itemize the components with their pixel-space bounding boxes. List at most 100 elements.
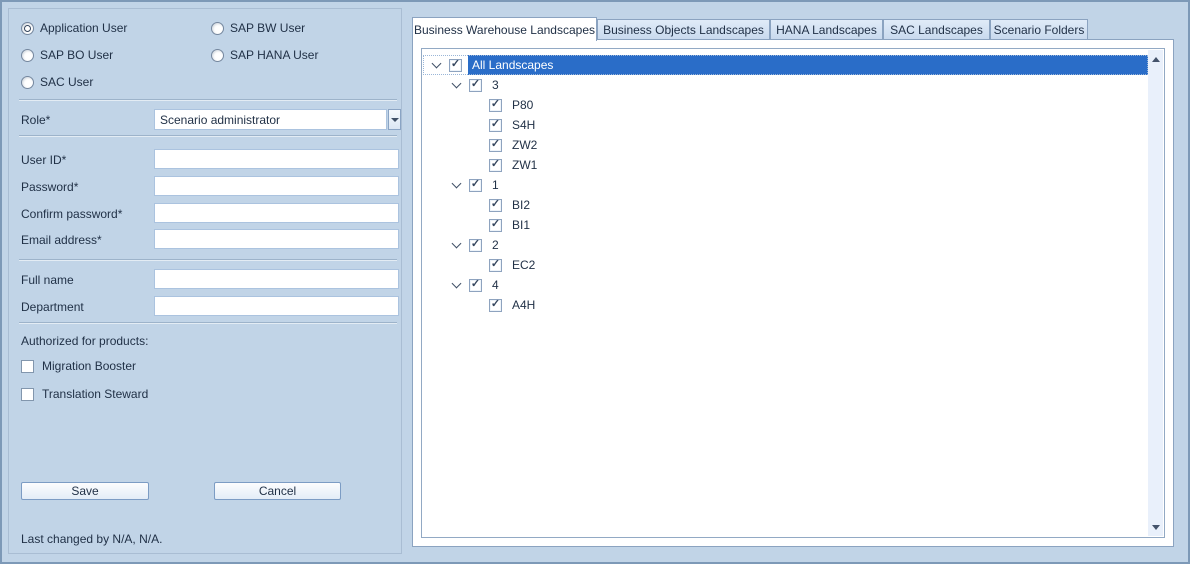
email-label: Email address* [21, 233, 102, 247]
user-details-panel: Application User SAP BW User SAP BO User… [8, 8, 402, 554]
radio-sap-hana-user[interactable]: SAP HANA User [211, 48, 318, 62]
tree-node[interactable]: A4H [423, 295, 1148, 315]
radio-label: SAC User [40, 75, 93, 89]
radio-label: SAP BO User [40, 48, 113, 62]
tree-node[interactable]: P80 [423, 95, 1148, 115]
radio-sap-bw-user[interactable]: SAP BW User [211, 21, 305, 35]
checkbox-icon[interactable] [21, 388, 34, 401]
checkbox-migration-booster[interactable]: Migration Booster [21, 359, 136, 373]
cancel-button[interactable]: Cancel [214, 482, 341, 500]
user-id-label: User ID* [21, 153, 66, 167]
node-checkbox[interactable] [469, 179, 482, 192]
password-label: Password* [21, 180, 78, 194]
separator [19, 99, 397, 100]
chevron-spacer [471, 198, 489, 212]
scroll-up-arrow-icon[interactable] [1148, 52, 1163, 66]
radio-button-icon[interactable] [211, 49, 224, 62]
tab-scenario-folders[interactable]: Scenario Folders [990, 19, 1088, 39]
radio-sac-user[interactable]: SAC User [21, 75, 93, 89]
radio-button-icon[interactable] [21, 22, 34, 35]
node-checkbox[interactable] [449, 59, 462, 72]
role-label: Role* [21, 113, 50, 127]
checkbox-label: Migration Booster [42, 359, 136, 373]
node-checkbox[interactable] [469, 79, 482, 92]
chevron-down-icon[interactable] [451, 238, 469, 252]
chevron-down-icon[interactable] [451, 278, 469, 292]
node-checkbox[interactable] [489, 159, 502, 172]
tree-node[interactable]: 2 [423, 235, 1148, 255]
tree-node[interactable]: ZW2 [423, 135, 1148, 155]
chevron-spacer [471, 98, 489, 112]
checkbox-icon[interactable] [21, 360, 34, 373]
user-id-field[interactable] [154, 149, 399, 169]
full-name-label: Full name [21, 273, 74, 287]
node-checkbox[interactable] [469, 239, 482, 252]
separator [19, 135, 397, 136]
landscape-tree: All Landscapes 3 P80 S4H ZW2 [421, 48, 1165, 538]
confirm-password-label: Confirm password* [21, 207, 122, 221]
role-value: Scenario administrator [160, 113, 280, 127]
chevron-spacer [471, 118, 489, 132]
tree-node-all-landscapes[interactable]: All Landscapes [423, 55, 1148, 75]
checkbox-label: Translation Steward [42, 387, 148, 401]
radio-application-user[interactable]: Application User [21, 21, 127, 35]
tree-node[interactable]: 4 [423, 275, 1148, 295]
scroll-down-arrow-icon[interactable] [1148, 520, 1163, 534]
tab-business-warehouse-landscapes[interactable]: Business Warehouse Landscapes [412, 17, 597, 41]
tree-node-label: ZW1 [508, 155, 541, 175]
chevron-down-icon[interactable] [431, 58, 449, 72]
tree-node[interactable]: 3 [423, 75, 1148, 95]
tree-node-label: 2 [488, 235, 503, 255]
node-checkbox[interactable] [489, 219, 502, 232]
node-checkbox[interactable] [489, 139, 502, 152]
tree-node-label: ZW2 [508, 135, 541, 155]
tree-node-label: 1 [488, 175, 503, 195]
chevron-spacer [471, 138, 489, 152]
radio-sap-bo-user[interactable]: SAP BO User [21, 48, 113, 62]
chevron-spacer [471, 258, 489, 272]
node-checkbox[interactable] [489, 119, 502, 132]
tree-node[interactable]: BI1 [423, 215, 1148, 235]
radio-label: Application User [40, 21, 127, 35]
department-label: Department [21, 300, 84, 314]
tree-node-label: S4H [508, 115, 539, 135]
last-changed-text: Last changed by N/A, N/A. [21, 532, 162, 546]
chevron-spacer [471, 298, 489, 312]
tree-node-label: EC2 [508, 255, 539, 275]
tree-scrollbar[interactable] [1148, 50, 1163, 536]
chevron-down-icon[interactable] [451, 178, 469, 192]
tree-node[interactable]: 1 [423, 175, 1148, 195]
tab-sac-landscapes[interactable]: SAC Landscapes [883, 19, 990, 39]
chevron-spacer [471, 158, 489, 172]
tab-business-objects-landscapes[interactable]: Business Objects Landscapes [597, 19, 770, 39]
checkbox-translation-steward[interactable]: Translation Steward [21, 387, 148, 401]
tree-node[interactable]: EC2 [423, 255, 1148, 275]
radio-button-icon[interactable] [21, 49, 34, 62]
radio-label: SAP HANA User [230, 48, 318, 62]
tree-node-label: P80 [508, 95, 537, 115]
role-dropdown-button[interactable] [388, 109, 401, 130]
tree-node-label: BI1 [508, 215, 534, 235]
tree-node[interactable]: ZW1 [423, 155, 1148, 175]
save-button[interactable]: Save [21, 482, 149, 500]
radio-button-icon[interactable] [211, 22, 224, 35]
full-name-field[interactable] [154, 269, 399, 289]
tree-node-label: BI2 [508, 195, 534, 215]
node-checkbox[interactable] [489, 99, 502, 112]
department-field[interactable] [154, 296, 399, 316]
node-checkbox[interactable] [489, 299, 502, 312]
chevron-spacer [471, 218, 489, 232]
radio-button-icon[interactable] [21, 76, 34, 89]
role-combobox[interactable]: Scenario administrator [154, 109, 387, 130]
email-field[interactable] [154, 229, 399, 249]
password-field[interactable] [154, 176, 399, 196]
chevron-down-icon[interactable] [451, 78, 469, 92]
node-checkbox[interactable] [469, 279, 482, 292]
node-checkbox[interactable] [489, 259, 502, 272]
confirm-password-field[interactable] [154, 203, 399, 223]
tab-hana-landscapes[interactable]: HANA Landscapes [770, 19, 883, 39]
separator [19, 322, 397, 323]
tree-node[interactable]: S4H [423, 115, 1148, 135]
node-checkbox[interactable] [489, 199, 502, 212]
tree-node[interactable]: BI2 [423, 195, 1148, 215]
